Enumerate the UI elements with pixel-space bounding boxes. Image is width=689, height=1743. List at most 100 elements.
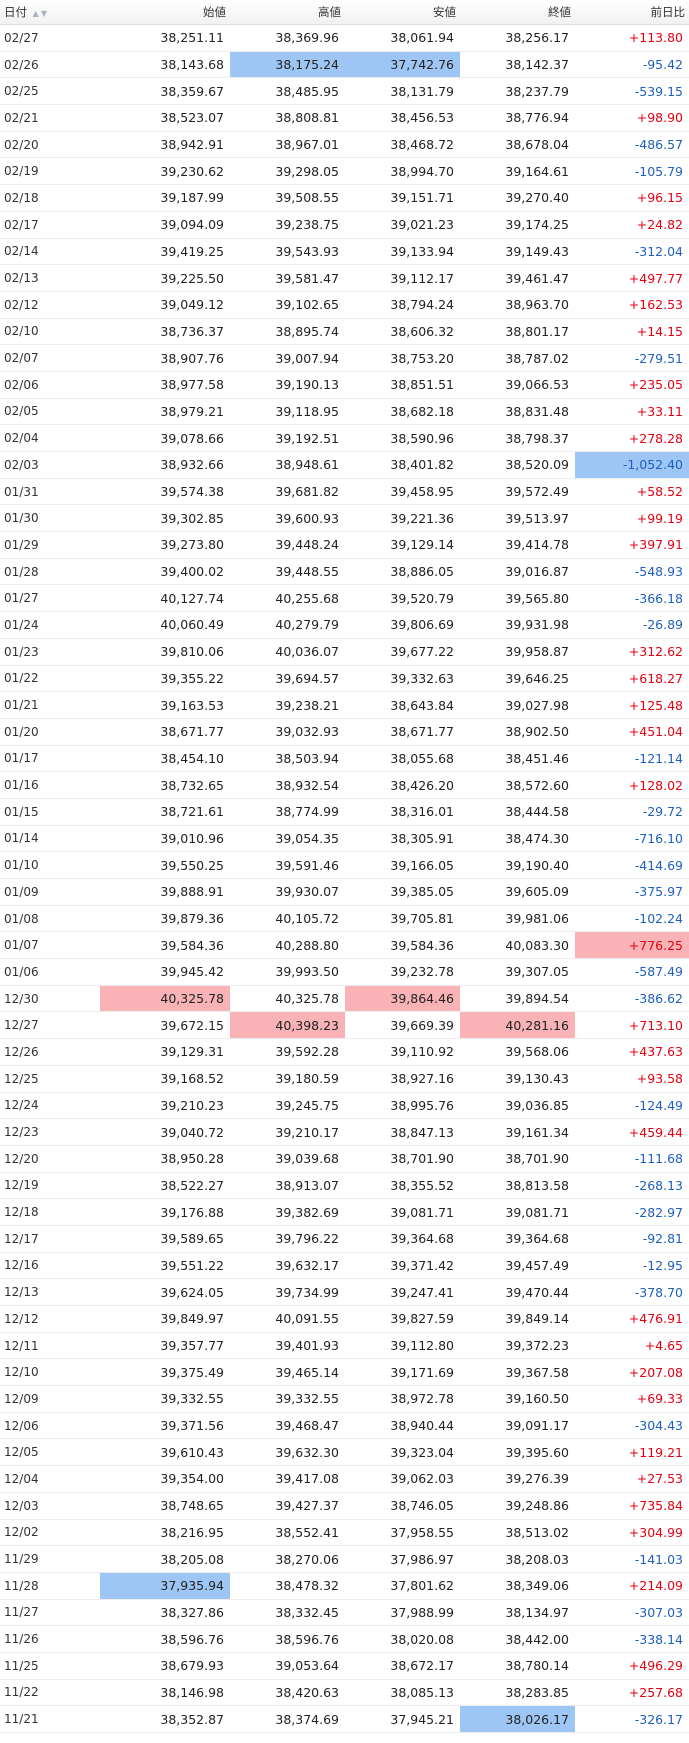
table-row: 01/06 39,945.42 39,993.50 39,232.78 39,307.0… <box>0 958 689 986</box>
low-cell: 39,864.46 <box>345 985 460 1013</box>
change-cell: +476.91 <box>575 1305 689 1333</box>
change-cell: +24.82 <box>575 211 689 239</box>
low-cell: 39,129.14 <box>345 531 460 559</box>
close-cell: 39,646.25 <box>460 665 575 693</box>
open-cell: 38,523.07 <box>100 104 230 132</box>
low-cell: 38,940.44 <box>345 1412 460 1440</box>
high-cell: 39,054.35 <box>230 825 345 853</box>
high-cell: 39,591.46 <box>230 851 345 879</box>
date-column-header[interactable]: 日付 ▲ ▼ <box>0 0 100 25</box>
date-cell: 02/14 <box>0 238 100 266</box>
low-cell: 38,055.68 <box>345 745 460 773</box>
close-cell: 38,902.50 <box>460 718 575 746</box>
table-row: 01/10 39,550.25 39,591.46 39,166.05 39,190.4… <box>0 851 689 879</box>
table-row: 01/29 39,273.80 39,448.24 39,129.14 39,414.7… <box>0 531 689 559</box>
close-cell: 39,276.39 <box>460 1465 575 1493</box>
high-cell: 39,190.13 <box>230 371 345 399</box>
change-cell: +713.10 <box>575 1011 689 1040</box>
table-row: 12/19 38,522.27 38,913.07 38,355.52 38,813.5… <box>0 1172 689 1200</box>
high-cell: 39,734.99 <box>230 1278 345 1306</box>
open-cell: 39,810.06 <box>100 638 230 666</box>
low-cell: 38,753.20 <box>345 344 460 372</box>
change-cell: +207.08 <box>575 1358 689 1387</box>
date-cell: 02/03 <box>0 451 100 479</box>
change-cell: +459.44 <box>575 1118 689 1146</box>
open-cell: 37,935.94 <box>100 1572 230 1600</box>
high-cell: 40,091.55 <box>230 1305 345 1333</box>
high-cell: 39,210.17 <box>230 1118 345 1146</box>
date-cell: 02/19 <box>0 157 100 186</box>
table-row: 02/19 39,230.62 39,298.05 38,994.70 39,164.6… <box>0 157 689 186</box>
table-row: 12/13 39,624.05 39,734.99 39,247.41 39,470.4… <box>0 1278 689 1306</box>
date-cell: 01/29 <box>0 531 100 559</box>
low-cell: 38,643.84 <box>345 691 460 719</box>
open-cell: 38,143.68 <box>100 51 230 79</box>
table-row: 01/17 38,454.10 38,503.94 38,055.68 38,451.4… <box>0 745 689 773</box>
date-cell: 12/25 <box>0 1065 100 1093</box>
date-cell: 01/22 <box>0 665 100 693</box>
open-cell: 38,251.11 <box>100 24 230 52</box>
change-cell: -29.72 <box>575 798 689 826</box>
low-cell: 39,323.04 <box>345 1438 460 1467</box>
sort-desc-icon[interactable]: ▼ <box>41 9 47 18</box>
open-cell: 39,888.91 <box>100 878 230 906</box>
open-cell: 39,094.09 <box>100 211 230 239</box>
low-cell: 39,247.41 <box>345 1278 460 1306</box>
high-cell: 40,279.79 <box>230 611 345 639</box>
table-row: 02/06 38,977.58 39,190.13 38,851.51 39,066.5… <box>0 371 689 399</box>
high-cell: 39,581.47 <box>230 264 345 292</box>
change-cell: +735.84 <box>575 1492 689 1520</box>
date-cell: 01/20 <box>0 718 100 746</box>
change-cell: +93.58 <box>575 1065 689 1093</box>
close-cell: 38,572.60 <box>460 771 575 799</box>
close-cell: 39,395.60 <box>460 1438 575 1467</box>
change-cell: +497.77 <box>575 264 689 292</box>
low-cell: 39,112.17 <box>345 264 460 292</box>
close-cell: 38,349.06 <box>460 1572 575 1600</box>
low-column-header[interactable]: 安値 <box>345 0 460 25</box>
open-column-header[interactable]: 始値 <box>100 0 230 25</box>
date-cell: 01/31 <box>0 478 100 506</box>
close-cell: 39,457.49 <box>460 1252 575 1280</box>
close-column-header[interactable]: 終値 <box>460 0 575 25</box>
date-cell: 11/29 <box>0 1545 100 1573</box>
date-cell: 01/07 <box>0 931 100 960</box>
close-cell: 39,894.54 <box>460 985 575 1013</box>
high-column-header[interactable]: 高値 <box>230 0 345 25</box>
date-cell: 12/10 <box>0 1358 100 1387</box>
high-cell: 39,694.57 <box>230 665 345 693</box>
close-cell: 39,091.17 <box>460 1412 575 1440</box>
high-cell: 38,503.94 <box>230 745 345 773</box>
change-header-label: 前日比 <box>650 5 686 19</box>
close-cell: 39,461.47 <box>460 264 575 292</box>
low-cell: 38,426.20 <box>345 771 460 799</box>
high-cell: 39,382.69 <box>230 1198 345 1226</box>
table-row: 12/27 39,672.15 40,398.23 39,669.39 40,281.1… <box>0 1011 689 1040</box>
table-row: 01/08 39,879.36 40,105.72 39,705.81 39,981.0… <box>0 905 689 933</box>
high-cell: 38,420.63 <box>230 1679 345 1707</box>
change-cell: -414.69 <box>575 851 689 879</box>
date-cell: 01/06 <box>0 958 100 986</box>
change-column-header[interactable]: 前日比 <box>575 0 689 25</box>
date-cell: 01/27 <box>0 584 100 613</box>
change-cell: -1,052.40 <box>575 451 689 479</box>
change-cell: -105.79 <box>575 157 689 186</box>
high-cell: 38,948.61 <box>230 451 345 479</box>
sort-asc-icon[interactable]: ▲ <box>33 9 39 18</box>
high-cell: 39,180.59 <box>230 1065 345 1093</box>
date-cell: 12/13 <box>0 1278 100 1306</box>
table-row: 01/16 38,732.65 38,932.54 38,426.20 38,572.6… <box>0 771 689 799</box>
date-cell: 11/26 <box>0 1625 100 1653</box>
open-cell: 39,419.25 <box>100 238 230 266</box>
open-cell: 39,163.53 <box>100 691 230 719</box>
table-row: 12/16 39,551.22 39,632.17 39,371.42 39,457.4… <box>0 1252 689 1280</box>
change-cell: +125.48 <box>575 691 689 719</box>
change-cell: +451.04 <box>575 718 689 746</box>
open-cell: 39,584.36 <box>100 931 230 960</box>
high-cell: 39,298.05 <box>230 157 345 186</box>
table-row: 02/14 39,419.25 39,543.93 39,133.94 39,149.4… <box>0 238 689 266</box>
table-row: 12/30 40,325.78 40,325.78 39,864.46 39,894.5… <box>0 985 689 1013</box>
low-cell: 39,677.22 <box>345 638 460 666</box>
high-cell: 39,053.64 <box>230 1652 345 1680</box>
change-cell: +214.09 <box>575 1572 689 1600</box>
